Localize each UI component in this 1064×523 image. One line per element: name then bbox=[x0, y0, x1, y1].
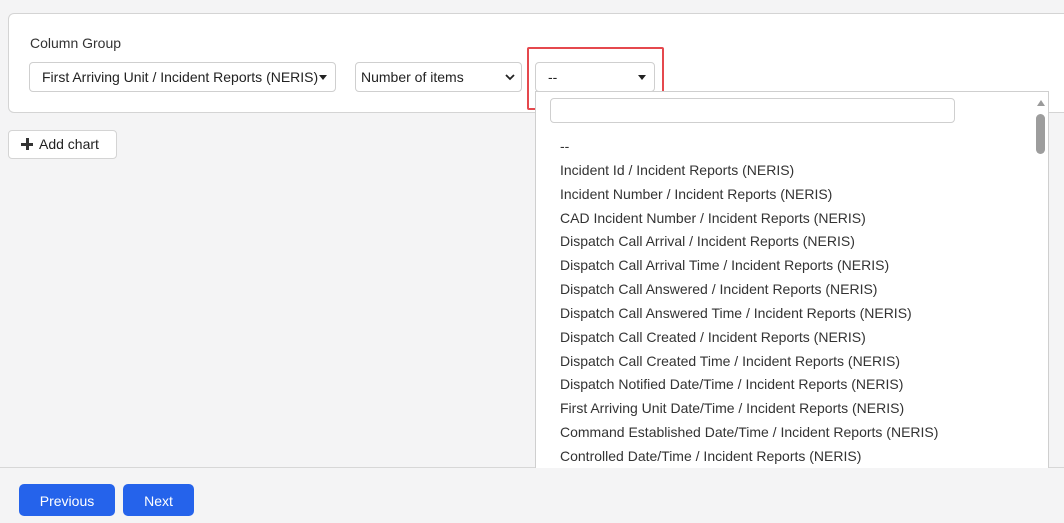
dropdown-scrollbar[interactable] bbox=[1034, 92, 1048, 468]
dropdown-option[interactable]: Dispatch Call Arrival Time / Incident Re… bbox=[536, 254, 1031, 278]
dropdown-option[interactable]: CAD Incident Number / Incident Reports (… bbox=[536, 207, 1031, 231]
scrollbar-thumb[interactable] bbox=[1036, 114, 1045, 154]
add-chart-button[interactable]: Add chart bbox=[8, 130, 117, 159]
add-chart-label: Add chart bbox=[39, 136, 99, 152]
chevron-down-icon bbox=[505, 74, 515, 81]
dropdown-option[interactable]: Dispatch Call Created / Incident Reports… bbox=[536, 326, 1031, 350]
scroll-up-arrow-icon[interactable] bbox=[1037, 100, 1045, 106]
dropdown-options-list: -- Incident Id / Incident Reports (NERIS… bbox=[536, 135, 1031, 468]
next-button[interactable]: Next bbox=[123, 484, 194, 516]
main-content: Column Group First Arriving Unit / Incid… bbox=[0, 0, 1064, 468]
plus-icon bbox=[21, 138, 33, 150]
dropdown-option[interactable]: Dispatch Call Answered / Incident Report… bbox=[536, 278, 1031, 302]
dropdown-option[interactable]: Dispatch Call Answered Time / Incident R… bbox=[536, 302, 1031, 326]
dropdown-option[interactable]: Incident Id / Incident Reports (NERIS) bbox=[536, 159, 1031, 183]
caret-down-icon bbox=[319, 75, 327, 80]
dropdown-option[interactable]: First Arriving Unit Date/Time / Incident… bbox=[536, 397, 1031, 421]
group-column-select[interactable]: First Arriving Unit / Incident Reports (… bbox=[29, 62, 336, 92]
dropdown-option[interactable]: -- bbox=[536, 135, 1031, 159]
dropdown-search-input[interactable] bbox=[550, 98, 955, 123]
dropdown-option[interactable]: Dispatch Call Created Time / Incident Re… bbox=[536, 350, 1031, 374]
dropdown-option[interactable]: Controlled Date/Time / Incident Reports … bbox=[536, 445, 1031, 468]
dropdown-option[interactable]: Command Established Date/Time / Incident… bbox=[536, 421, 1031, 445]
group-column-select-value: First Arriving Unit / Incident Reports (… bbox=[42, 69, 319, 85]
previous-button[interactable]: Previous bbox=[19, 484, 115, 516]
dropdown-option[interactable]: Dispatch Notified Date/Time / Incident R… bbox=[536, 373, 1031, 397]
column-group-label: Column Group bbox=[30, 35, 122, 51]
dropdown-option[interactable]: Dispatch Call Arrival / Incident Reports… bbox=[536, 230, 1031, 254]
column-dropdown: -- Incident Id / Incident Reports (NERIS… bbox=[535, 91, 1049, 468]
aggregate-select[interactable]: Number of items bbox=[355, 62, 522, 92]
dropdown-option[interactable]: Incident Number / Incident Reports (NERI… bbox=[536, 183, 1031, 207]
aggregate-select-value: Number of items bbox=[361, 69, 464, 85]
